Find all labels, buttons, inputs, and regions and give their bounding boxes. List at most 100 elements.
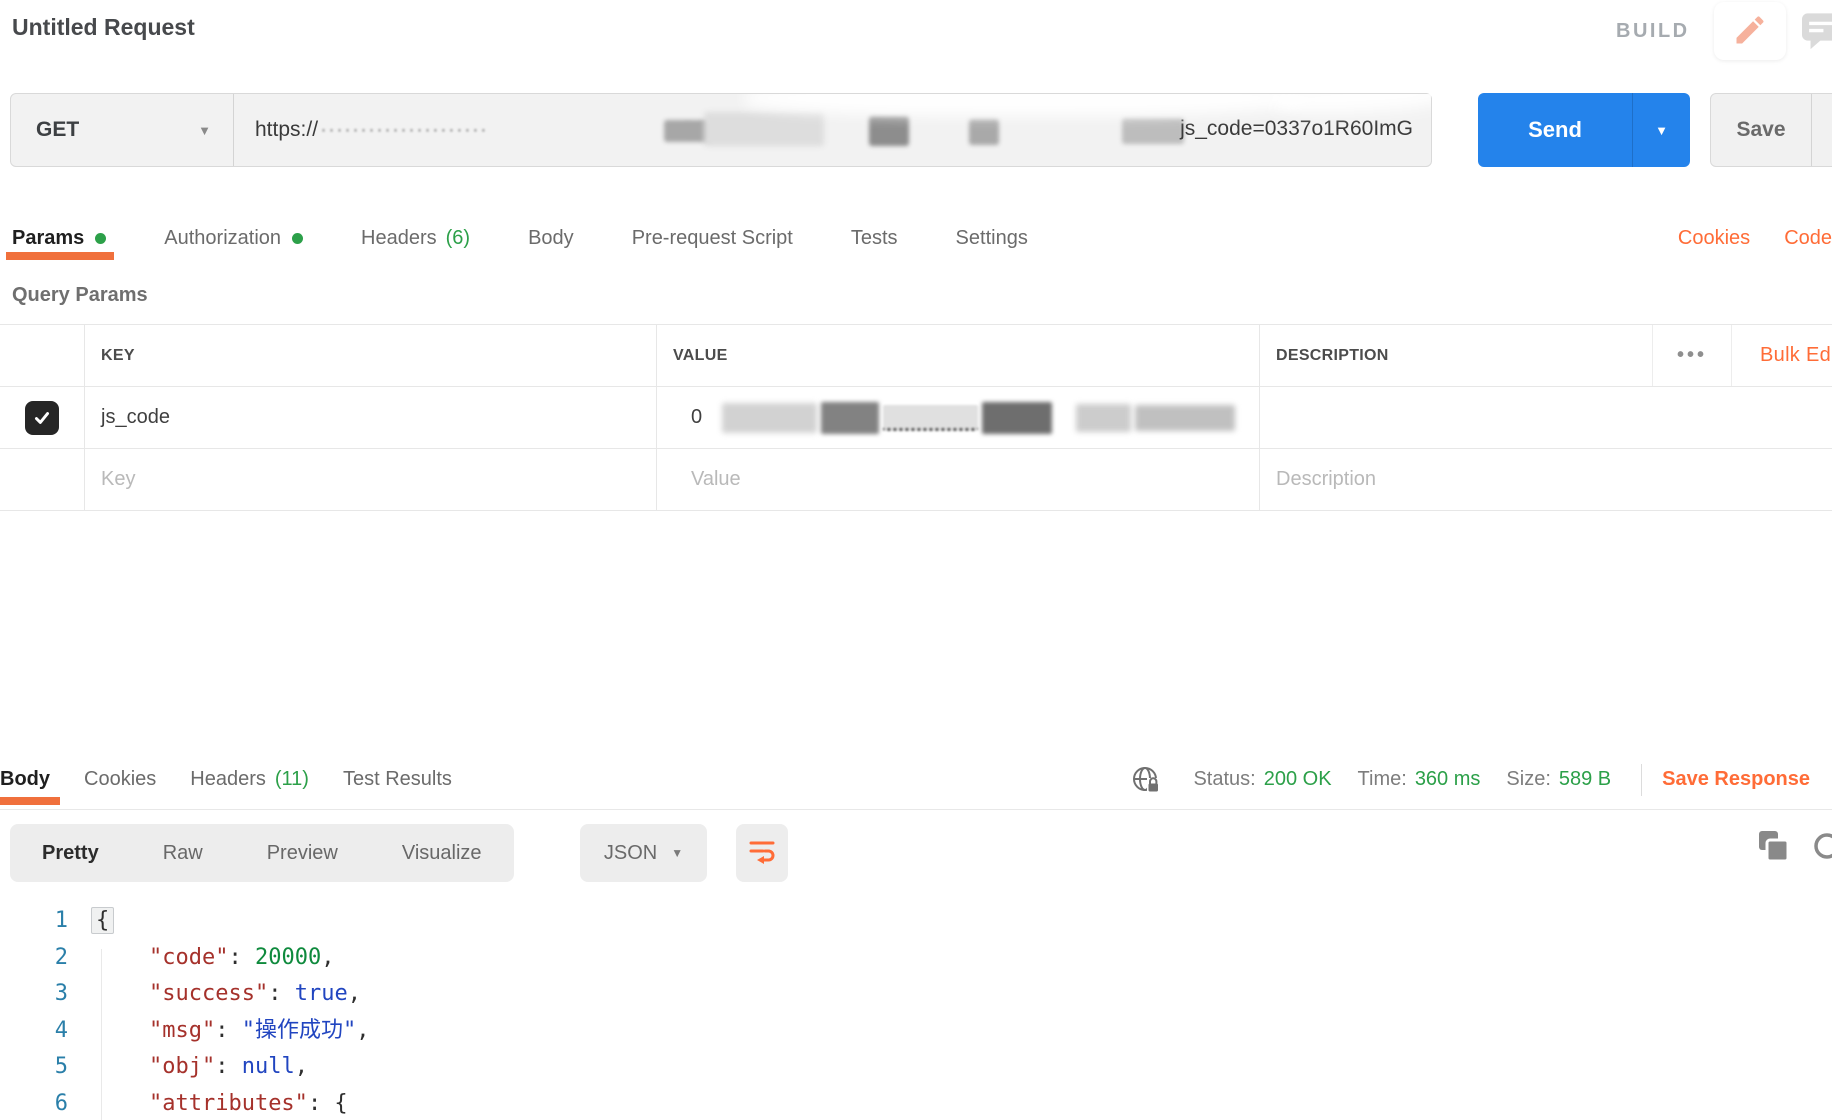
url-prefix: https:// <box>255 118 318 142</box>
postman-app: Untitled Request BUILD GET ▼ https://···… <box>0 0 1832 1120</box>
size-label: Size: <box>1506 768 1550 791</box>
cookies-link[interactable]: Cookies <box>1678 227 1750 250</box>
edit-request-button[interactable] <box>1714 2 1786 60</box>
query-params-title: Query Params <box>12 284 148 307</box>
save-options-caret-icon[interactable]: ▼ <box>1811 94 1832 166</box>
redacted-value-blur <box>821 402 879 434</box>
query-params-table: KEY VALUE DESCRIPTION ••• Bulk Edit js_c… <box>0 324 1832 511</box>
code-link[interactable]: Code <box>1784 227 1832 250</box>
build-mode-label: BUILD <box>1616 20 1690 43</box>
tab-label: Body <box>528 227 574 250</box>
method-label: GET <box>36 118 79 142</box>
param-value-cell[interactable]: 0 <box>656 387 1259 448</box>
code-lines: 1{2 "code": 20000,3 "success": true,4 "m… <box>0 903 1832 1120</box>
view-tab-pretty[interactable]: Pretty <box>10 824 131 882</box>
response-header: Body Cookies Headers (11) Test Results <box>0 750 1832 810</box>
value-column-header: VALUE <box>656 325 1259 386</box>
status-value: 200 OK <box>1264 768 1332 791</box>
request-title: Untitled Request <box>12 14 195 41</box>
redacted-value-blur <box>1076 404 1131 432</box>
code-line: 6 "attributes": { <box>0 1086 1832 1120</box>
response-toolbar: Pretty Raw Preview Visualize JSON ▼ <box>10 824 1832 882</box>
line-number: 6 <box>0 1086 68 1120</box>
globe-lock-icon[interactable] <box>1131 764 1163 796</box>
view-tab-raw[interactable]: Raw <box>131 824 235 882</box>
tab-authorization[interactable]: Authorization <box>164 214 303 262</box>
new-key-input[interactable]: Key <box>84 449 656 510</box>
redacted-url-blur <box>869 116 909 146</box>
tab-label: Authorization <box>164 227 281 250</box>
redacted-value-blur <box>1135 405 1235 431</box>
tab-label: Headers <box>190 768 266 791</box>
tab-label: Pre-request Script <box>632 227 793 250</box>
param-key-cell[interactable]: js_code <box>84 387 656 448</box>
param-description-cell[interactable] <box>1259 387 1832 448</box>
response-view-switcher: Pretty Raw Preview Visualize <box>10 824 514 882</box>
tab-response-cookies[interactable]: Cookies <box>84 750 156 809</box>
tab-headers[interactable]: Headers (6) <box>361 214 470 262</box>
line-number: 1 <box>0 903 68 940</box>
top-bar: Untitled Request BUILD <box>0 0 1832 62</box>
tab-label: Cookies <box>84 768 156 791</box>
save-label: Save <box>1711 94 1811 166</box>
comment-icon[interactable] <box>1800 12 1832 52</box>
response-meta: Status: 200 OK Time: 360 ms Size: 589 B … <box>1131 764 1832 796</box>
url-input[interactable]: https://····················· info/wx js… <box>234 94 1431 166</box>
pencil-icon <box>1732 12 1768 51</box>
green-dot-icon <box>95 233 106 244</box>
send-label: Send <box>1478 93 1632 167</box>
code-line: 2 "code": 20000, <box>0 940 1832 977</box>
send-button[interactable]: Send ▼ <box>1478 93 1690 167</box>
code-line: 5 "obj": null, <box>0 1049 1832 1086</box>
status-label: Status: <box>1193 768 1255 791</box>
redacted-url-blur <box>704 112 824 146</box>
tab-label: Headers <box>361 227 437 250</box>
table-row: js_code 0 <box>0 387 1832 449</box>
url-redacted-dots: ····················· <box>320 118 488 142</box>
send-options-caret-icon[interactable]: ▼ <box>1632 93 1690 167</box>
search-icon[interactable] <box>1812 832 1832 873</box>
response-headers-count: (11) <box>275 768 309 791</box>
tab-settings[interactable]: Settings <box>956 214 1028 262</box>
tab-response-body[interactable]: Body <box>0 750 50 809</box>
headers-count: (6) <box>446 227 470 250</box>
tab-pre-request-script[interactable]: Pre-request Script <box>632 214 793 262</box>
method-select[interactable]: GET ▼ <box>11 94 234 166</box>
bulk-edit-link[interactable]: Bulk Edit <box>1731 325 1832 386</box>
request-tab-links: Cookies Code <box>1678 227 1832 250</box>
view-tab-visualize[interactable]: Visualize <box>370 824 514 882</box>
save-button[interactable]: Save ▼ <box>1710 93 1832 167</box>
copy-icon[interactable] <box>1758 830 1790 869</box>
tab-response-headers[interactable]: Headers (11) <box>190 750 309 809</box>
response-body-viewer: 1{2 "code": 20000,3 "success": true,4 "m… <box>0 903 1832 1120</box>
redacted-value-blur <box>982 402 1052 434</box>
line-number: 2 <box>0 940 68 977</box>
param-checkbox[interactable] <box>25 401 59 435</box>
wrap-text-icon <box>748 837 776 870</box>
tab-body[interactable]: Body <box>528 214 574 262</box>
tab-label: Tests <box>851 227 898 250</box>
params-more-menu[interactable]: ••• <box>1652 325 1731 386</box>
vertical-divider <box>1641 764 1642 796</box>
wrap-text-button[interactable] <box>736 824 788 882</box>
response-tabs: Body Cookies Headers (11) Test Results <box>0 750 452 809</box>
tab-label: Params <box>12 227 84 250</box>
row-checkbox-cell <box>0 387 84 448</box>
url-bar: GET ▼ https://····················· info… <box>10 93 1432 167</box>
tab-tests[interactable]: Tests <box>851 214 898 262</box>
line-number: 5 <box>0 1049 68 1086</box>
code-line: 4 "msg": "操作成功", <box>0 1013 1832 1050</box>
save-response-button[interactable]: Save Response <box>1662 768 1810 791</box>
checkbox-column-header <box>0 325 84 386</box>
time-label: Time: <box>1358 768 1407 791</box>
format-select[interactable]: JSON ▼ <box>580 824 707 882</box>
line-number: 4 <box>0 1013 68 1050</box>
redacted-url-blur <box>1122 118 1184 144</box>
tab-label: Settings <box>956 227 1028 250</box>
row-checkbox-cell <box>0 449 84 510</box>
new-description-input[interactable]: Description <box>1259 449 1832 510</box>
new-value-input[interactable]: Value <box>656 449 1259 510</box>
tab-test-results[interactable]: Test Results <box>343 750 452 809</box>
tab-params[interactable]: Params <box>12 214 106 262</box>
view-tab-preview[interactable]: Preview <box>235 824 370 882</box>
